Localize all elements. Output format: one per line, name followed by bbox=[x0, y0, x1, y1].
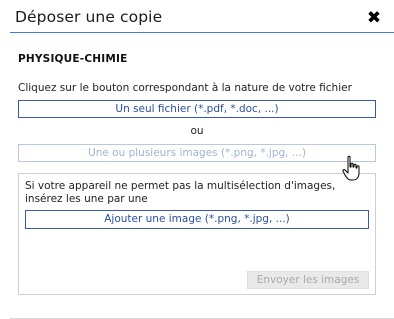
add-image-button[interactable]: Ajouter une image (*.png, *.jpg, ...) bbox=[25, 210, 369, 229]
or-separator: ou bbox=[190, 125, 204, 137]
panel-instruction: Si votre appareil ne permet pas la multi… bbox=[25, 180, 336, 205]
dialog-header: Déposer une copie ✖ bbox=[0, 0, 394, 32]
single-image-panel: Si votre appareil ne permet pas la multi… bbox=[18, 173, 376, 295]
single-file-button[interactable]: Un seul fichier (*.pdf, *.doc, ...) bbox=[18, 100, 376, 118]
upload-dialog: Déposer une copie ✖ PHYSIQUE-CHIMIE Cliq… bbox=[0, 0, 394, 319]
close-icon[interactable]: ✖ bbox=[365, 9, 383, 27]
subject-title: PHYSIQUE-CHIMIE bbox=[18, 53, 128, 65]
hand-pointer-icon bbox=[342, 155, 360, 181]
send-images-button[interactable]: Envoyer les images bbox=[247, 271, 369, 289]
dialog-title: Déposer une copie bbox=[15, 8, 163, 26]
header-divider bbox=[10, 32, 394, 33]
instruction-text: Cliquez sur le bouton correspondant à la… bbox=[18, 82, 352, 94]
multi-images-button[interactable]: Une ou plusieurs images (*.png, *.jpg, .… bbox=[18, 144, 376, 162]
